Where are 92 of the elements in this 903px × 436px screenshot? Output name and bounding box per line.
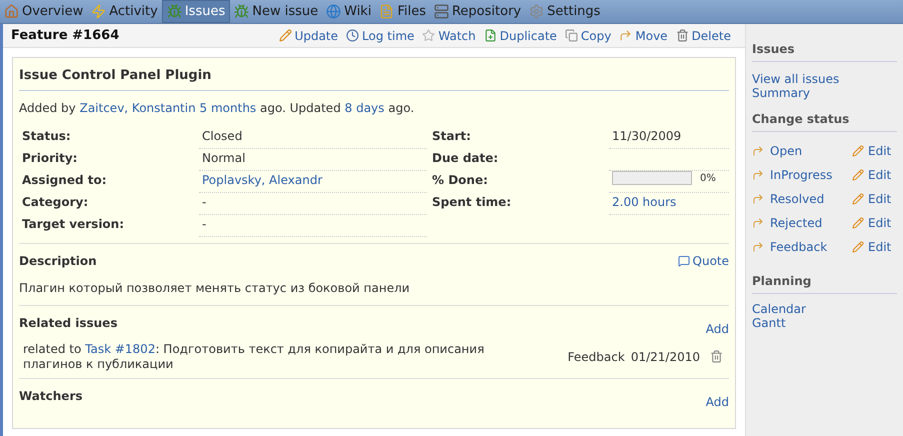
attribute-value: - bbox=[202, 194, 206, 208]
lightning-icon bbox=[91, 4, 106, 19]
edit-link[interactable]: Edit bbox=[852, 166, 892, 184]
section-heading: Related issues bbox=[19, 314, 118, 332]
author-link[interactable]: 8 days bbox=[344, 100, 384, 114]
menu-tab[interactable]: Overview bbox=[0, 0, 88, 23]
author-link[interactable]: 5 months bbox=[200, 100, 256, 114]
menu-tab[interactable]: Repository bbox=[430, 0, 526, 23]
globe-icon bbox=[326, 4, 342, 19]
trash-icon bbox=[676, 29, 689, 42]
attribute-label: Status: bbox=[21, 128, 72, 144]
section-heading: Description bbox=[19, 252, 97, 270]
menu-tab[interactable]: Files bbox=[375, 0, 430, 23]
curved-arrow-icon bbox=[752, 217, 764, 229]
clock-icon bbox=[346, 29, 360, 42]
attribute-value: 11/30/2009 bbox=[612, 128, 682, 142]
related-date: 01/21/2010 bbox=[630, 348, 700, 366]
action-link[interactable]: Duplicate bbox=[484, 26, 557, 44]
attribute-label: Spent time: bbox=[431, 194, 512, 210]
author-link[interactable]: Zaitcev, Konstantin bbox=[80, 100, 196, 114]
pencil-icon bbox=[278, 29, 292, 42]
star-icon bbox=[422, 29, 436, 42]
attribute-label: % Done: bbox=[431, 172, 489, 188]
curved-arrow-icon bbox=[619, 29, 632, 42]
sidebar-link[interactable]: Gantt bbox=[752, 316, 786, 330]
sidebar-link[interactable]: Summary bbox=[752, 86, 810, 100]
action-link[interactable]: Watch bbox=[422, 26, 476, 44]
menu-tab[interactable]: Wiki bbox=[322, 0, 376, 23]
sidebar-link[interactable]: View all issues bbox=[752, 72, 840, 86]
pencil-icon bbox=[852, 241, 864, 253]
action-link[interactable]: Update bbox=[278, 26, 338, 44]
menu-tab[interactable]: Issues bbox=[162, 0, 230, 23]
attribute-value: Normal bbox=[202, 150, 246, 164]
home-icon bbox=[4, 4, 19, 19]
pencil-icon bbox=[852, 217, 864, 229]
related-status: Feedback bbox=[568, 348, 625, 366]
issue-subject: Issue Control Panel Plugin bbox=[19, 66, 729, 90]
attribute-label: Assigned to: bbox=[21, 172, 108, 188]
copy-icon bbox=[564, 29, 578, 42]
quote-link[interactable]: Quote bbox=[678, 252, 729, 270]
progress-reading: 0% bbox=[700, 172, 716, 186]
curved-arrow-icon bbox=[752, 169, 764, 181]
related-issue-text: related to Task #1802: Подготовить текст для копирайта и для описания плагинов к публикации bbox=[23, 342, 486, 372]
menu-tab[interactable]: Activity bbox=[87, 0, 162, 23]
trash-icon[interactable] bbox=[710, 350, 723, 363]
attribute-value: Closed bbox=[202, 128, 242, 142]
sidebar-link[interactable]: Calendar bbox=[752, 302, 806, 316]
attribute-link[interactable]: 2.00 hours bbox=[612, 194, 676, 208]
curved-arrow-icon bbox=[752, 193, 764, 205]
edit-link[interactable]: Edit bbox=[852, 214, 892, 232]
server-icon bbox=[434, 4, 449, 19]
action-link[interactable]: Delete bbox=[676, 26, 731, 44]
action-link[interactable]: Copy bbox=[564, 26, 612, 44]
attribute-value: - bbox=[202, 216, 206, 230]
status-link[interactable]: Resolved bbox=[752, 190, 852, 208]
attribute-link[interactable]: Poplavsky, Alexandr bbox=[202, 172, 322, 186]
menu-tab[interactable]: Settings bbox=[525, 0, 604, 23]
attribute-label: Target version: bbox=[21, 216, 126, 232]
sidebar-heading: Change status bbox=[752, 110, 897, 132]
edit-link[interactable]: Edit bbox=[852, 190, 892, 208]
section-heading: Watchers bbox=[19, 388, 82, 404]
pencil-icon bbox=[852, 145, 864, 157]
pencil-icon bbox=[852, 169, 864, 181]
status-link[interactable]: Rejected bbox=[752, 214, 852, 232]
action-link[interactable]: Move bbox=[619, 26, 668, 44]
bug-icon bbox=[166, 4, 182, 19]
status-link[interactable]: Feedback bbox=[752, 238, 852, 256]
pencil-icon bbox=[852, 193, 864, 205]
issue-title: Feature #1664 bbox=[11, 26, 120, 45]
edit-link[interactable]: Edit bbox=[852, 142, 892, 160]
issue-link[interactable]: Task #1802 bbox=[85, 342, 156, 356]
document-plus-icon bbox=[484, 29, 497, 42]
speech-bubble-icon bbox=[678, 254, 690, 266]
sidebar-heading: Issues bbox=[752, 40, 897, 62]
attribute-label: Category: bbox=[21, 194, 90, 210]
status-link[interactable]: InProgress bbox=[752, 166, 852, 184]
attribute-label: Due date: bbox=[431, 150, 500, 166]
bug-icon bbox=[234, 4, 250, 19]
curved-arrow-icon bbox=[752, 241, 764, 253]
attribute-label: Start: bbox=[431, 128, 472, 144]
curved-arrow-icon bbox=[752, 145, 764, 157]
add-link[interactable]: Add bbox=[706, 320, 729, 338]
description-text: Плагин который позволяет менять статус из боковой панели bbox=[19, 278, 729, 306]
edit-link[interactable]: Edit bbox=[852, 238, 892, 256]
action-link[interactable]: Log time bbox=[346, 26, 414, 44]
author-line: Added by Zaitcev, Konstantin 5 months ago. Updated 8 days ago. bbox=[19, 100, 416, 116]
status-link[interactable]: Open bbox=[752, 142, 852, 160]
add-link[interactable]: Add bbox=[706, 392, 729, 410]
attribute-label: Priority: bbox=[21, 150, 78, 166]
sidebar-heading: Planning bbox=[752, 272, 897, 294]
menu-tab[interactable]: New issue bbox=[230, 0, 322, 23]
gear-icon bbox=[529, 4, 544, 19]
